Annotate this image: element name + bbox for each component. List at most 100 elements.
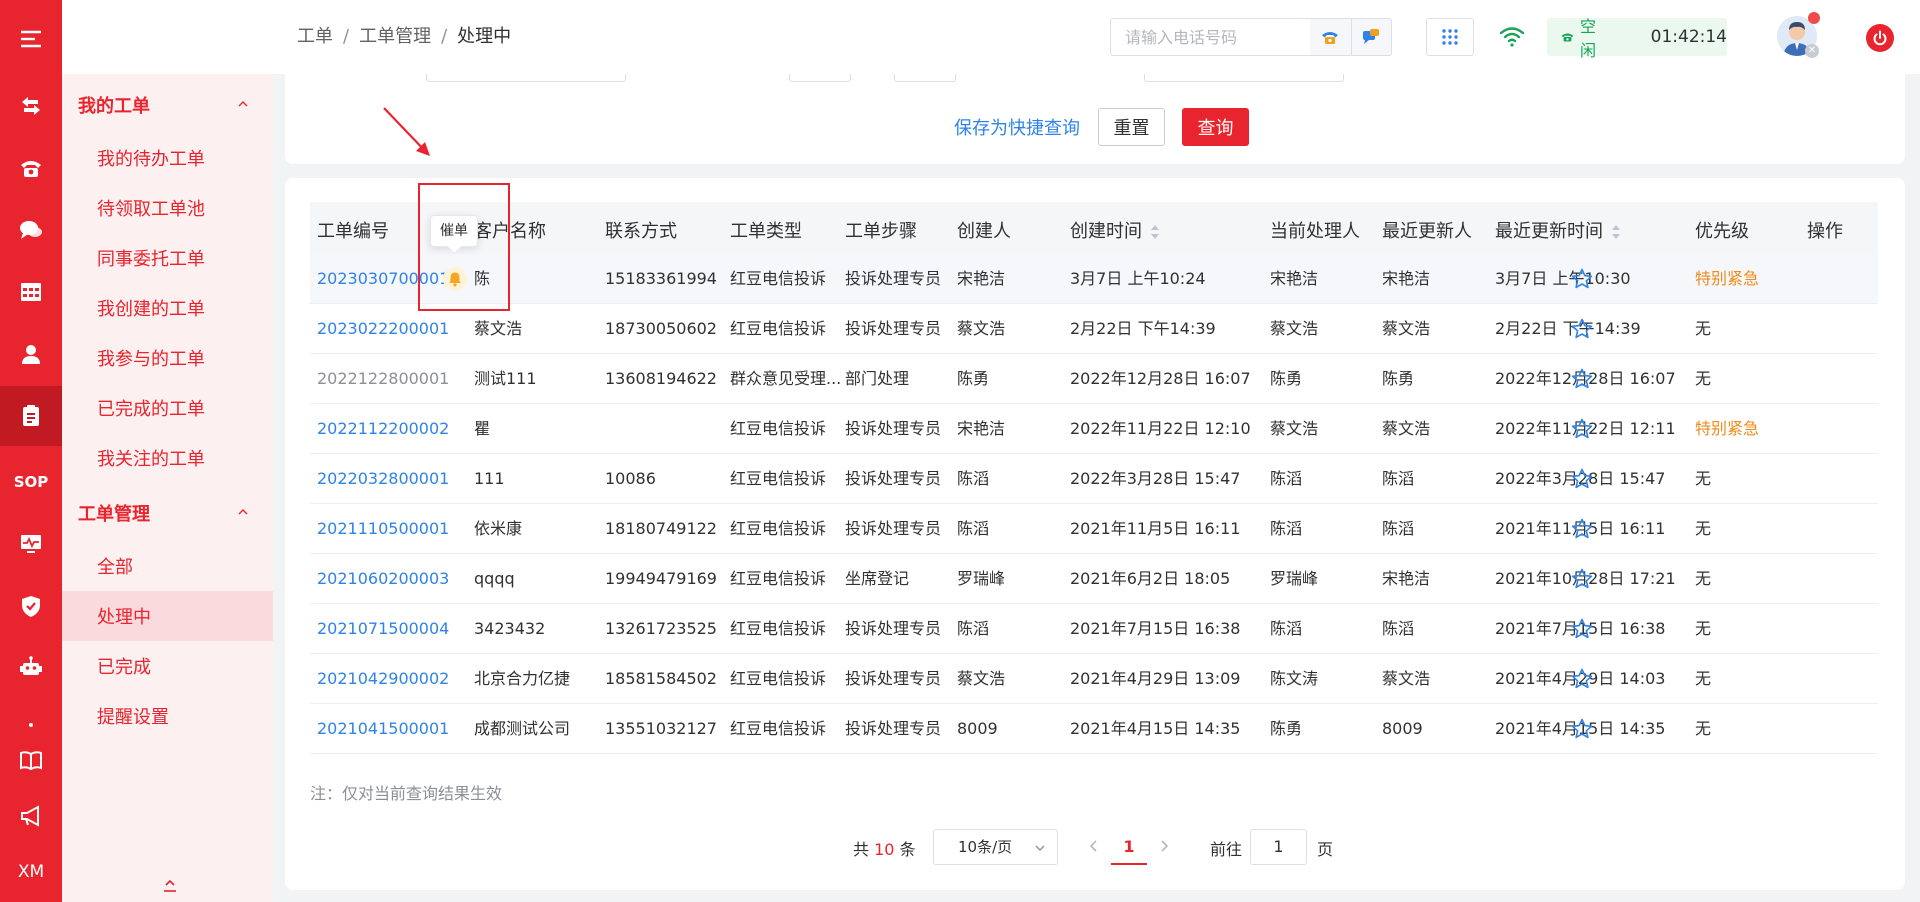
sop-icon[interactable]: SOP: [0, 452, 62, 512]
table-row[interactable]: 2021110500001 依米康 18180749122 红豆电信投诉 投诉处理专员陈…: [310, 504, 1878, 554]
cell-ticket-no[interactable]: 2022032800001: [317, 454, 467, 504]
cell-customer: 111: [474, 469, 505, 488]
cell-priority: 无: [1695, 719, 1712, 738]
cell-ticket-no[interactable]: 2021060200003: [317, 554, 467, 604]
filter-input-partial[interactable]: [1144, 74, 1344, 82]
sidebar-item-label: 全部: [97, 557, 133, 578]
page-number-current[interactable]: 1: [1111, 829, 1147, 865]
col-last-updater: 最近更新人: [1382, 221, 1472, 242]
filter-input-partial[interactable]: [789, 74, 851, 82]
table-row[interactable]: 2021071500004 3423432 13261723525 红豆电信投诉 投诉处…: [310, 604, 1878, 654]
sidebar-item-completed[interactable]: 已完成: [62, 641, 273, 691]
col-created-time[interactable]: 创建时间: [1070, 217, 1160, 243]
table-row[interactable]: 2023022200001 蔡文浩 18730050602 红豆电信投诉 投诉处理专员蔡…: [310, 304, 1878, 354]
cell-priority: 无: [1695, 619, 1712, 638]
table-row[interactable]: 2022032800001 111 10086 红豆电信投诉 投诉处理专员 陈滔 2022年…: [310, 454, 1878, 504]
sidebar-group-my-tickets[interactable]: 我的工单: [62, 80, 273, 130]
menu-icon[interactable]: [0, 9, 62, 69]
follow-star-icon[interactable]: [1570, 367, 1594, 391]
sidebar-item-processing[interactable]: 处理中: [62, 591, 273, 641]
page-size-select[interactable]: 10条/页: [933, 829, 1058, 865]
follow-star-icon[interactable]: [1570, 267, 1594, 291]
table-row[interactable]: 2023030700001 陈 15183361994 红豆电信投诉 投诉处理专员 宋艳洁…: [310, 254, 1878, 304]
cell-last-updater: 蔡文浩: [1382, 319, 1431, 338]
table-row[interactable]: 2022122800001 测试111 13608194622 群众意见受理... 部门…: [310, 354, 1878, 404]
sidebar-item-claim-pool[interactable]: 待领取工单池: [62, 183, 273, 233]
phone-input[interactable]: [1111, 19, 1306, 55]
message-button[interactable]: [1350, 19, 1392, 55]
megaphone-icon[interactable]: [0, 786, 62, 846]
follow-star-icon[interactable]: [1570, 617, 1594, 641]
robot-icon[interactable]: [0, 638, 62, 698]
sidebar-item-reminder-settings[interactable]: 提醒设置: [62, 691, 273, 741]
table-note: 注：仅对当前查询结果生效: [310, 784, 503, 803]
query-button[interactable]: 查询: [1182, 108, 1249, 146]
cell-ticket-no[interactable]: 2021042900002: [317, 654, 467, 704]
chat-icon[interactable]: [0, 200, 62, 260]
follow-star-icon[interactable]: [1570, 567, 1594, 591]
cell-ticket-no[interactable]: 2021041500001: [317, 704, 467, 754]
apps-grid-button[interactable]: [1426, 18, 1474, 56]
breadcrumb-item[interactable]: 工单管理: [359, 26, 431, 47]
cell-ticket-no[interactable]: 2023022200001: [317, 304, 467, 354]
breadcrumb-item[interactable]: 工单: [297, 26, 333, 47]
goto-page-input[interactable]: 1: [1250, 829, 1307, 865]
agent-status[interactable]: 空闲 01:42:14: [1547, 17, 1727, 60]
xm-icon[interactable]: XM: [0, 842, 62, 902]
avatar-offline-badge: ✕: [1805, 44, 1819, 58]
cell-type: 群众意见受理...: [730, 369, 842, 388]
cell-step: 坐席登记: [845, 569, 910, 588]
table-row[interactable]: 2021042900002 北京合力亿捷 18581584502 红豆电信投诉 投诉处理…: [310, 654, 1878, 704]
follow-star-icon[interactable]: [1570, 467, 1594, 491]
cell-ticket-no[interactable]: 2022122800001: [317, 354, 467, 404]
cell-creator: 陈滔: [957, 519, 990, 538]
table-row[interactable]: 2022112200002 瞿 红豆电信投诉 投诉处理专员 宋艳洁 2022年11月22日…: [310, 404, 1878, 454]
cell-contact: 18180749122: [605, 519, 717, 538]
sidebar-item-completed-mine[interactable]: 已完成的工单: [62, 383, 273, 433]
logout-button[interactable]: [1866, 24, 1894, 52]
reset-button[interactable]: 重置: [1098, 108, 1165, 146]
col-updated-time[interactable]: 最近更新时间: [1495, 217, 1621, 243]
shield-icon[interactable]: [0, 576, 62, 636]
save-quick-query-link[interactable]: 保存为快捷查询: [954, 114, 1080, 140]
transfer-icon[interactable]: [0, 76, 62, 136]
follow-star-icon[interactable]: [1570, 417, 1594, 441]
cell-last-updater: 宋艳洁: [1382, 269, 1431, 288]
cell-contact: 13261723525: [605, 619, 717, 638]
follow-star-icon[interactable]: [1570, 667, 1594, 691]
cell-creator: 蔡文浩: [957, 319, 1006, 338]
phone-icon[interactable]: [0, 138, 62, 198]
sort-icon: [1612, 225, 1620, 239]
filter-input-partial[interactable]: [894, 74, 956, 82]
col-created-time-label: 创建时间: [1070, 221, 1142, 242]
cell-created-time: 2021年4月15日 14:35: [1070, 719, 1241, 738]
sidebar-group-ticket-management[interactable]: 工单管理: [62, 488, 273, 538]
cell-ticket-no[interactable]: 2022112200002: [317, 404, 467, 454]
clipboard-icon[interactable]: [0, 386, 62, 446]
grid-icon[interactable]: [0, 262, 62, 322]
monitor-icon[interactable]: [0, 514, 62, 574]
cell-current-handler: 陈滔: [1270, 619, 1303, 638]
sidebar-item-my-todo[interactable]: 我的待办工单: [62, 133, 273, 183]
table-row[interactable]: 2021060200003 qqqq 19949479169 红豆电信投诉 坐席登记 罗瑞…: [310, 554, 1878, 604]
follow-star-icon[interactable]: [1570, 717, 1594, 741]
follow-star-icon[interactable]: [1570, 517, 1594, 541]
prev-page-icon[interactable]: [1087, 838, 1101, 854]
sidebar-item-created[interactable]: 我创建的工单: [62, 283, 273, 333]
sidebar-item-participated[interactable]: 我参与的工单: [62, 333, 273, 383]
apps-grid-icon: [1442, 29, 1458, 45]
follow-star-icon[interactable]: [1570, 317, 1594, 341]
sidebar-item-followed[interactable]: 我关注的工单: [62, 433, 273, 483]
wifi-icon: [1499, 27, 1525, 47]
person-icon[interactable]: [0, 324, 62, 384]
dial-button[interactable]: [1310, 19, 1351, 55]
sidebar-item-delegated[interactable]: 同事委托工单: [62, 233, 273, 283]
sidebar-item-all[interactable]: 全部: [62, 541, 273, 591]
filter-input-partial[interactable]: [426, 74, 626, 82]
table-row[interactable]: 2021041500001 成都测试公司 13551032127 红豆电信投诉 投诉处理…: [310, 704, 1878, 754]
cell-ticket-no[interactable]: 2021071500004: [317, 604, 467, 654]
cell-ticket-no[interactable]: 2021110500001: [317, 504, 467, 554]
book-icon[interactable]: [0, 730, 62, 790]
collapse-icon[interactable]: [162, 878, 178, 894]
next-page-icon[interactable]: [1157, 838, 1171, 854]
